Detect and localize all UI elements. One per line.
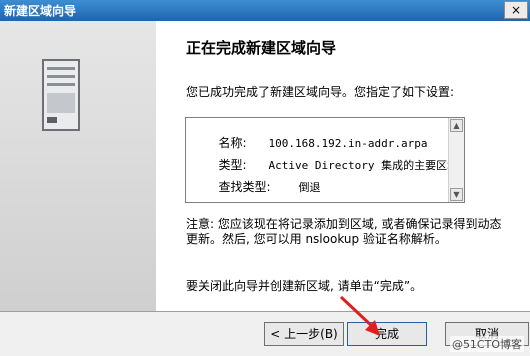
wizard-content: 正在完成新建区域向导 您已成功完成了新建区域向导。您指定了如下设置: 名称: 10… [156, 21, 530, 311]
page-title: 正在完成新建区域向导 [186, 39, 337, 57]
summary-row-name: 名称: 100.168.192.in-addr.arpa [188, 120, 428, 150]
summary-row-lookup: 查找类型: 倒退 [188, 164, 321, 194]
scroll-up-icon[interactable]: ▲ [450, 119, 463, 132]
back-button[interactable]: < 上一步(B) [264, 322, 344, 346]
summary-label: 查找类型: [218, 180, 271, 194]
summary-scrollbar[interactable]: ▲ ▼ [448, 118, 464, 202]
intro-text: 您已成功完成了新建区域向导。您指定了如下设置: [186, 85, 455, 99]
settings-summary-box[interactable]: 名称: 100.168.192.in-addr.arpa 类型: Active Di… [185, 117, 465, 203]
summary-value: 倒退 [298, 181, 321, 194]
summary-row-type: 类型: Active Directory 集成的主要区域 [188, 142, 459, 172]
title-bar[interactable]: 新建区域向导 × [0, 0, 530, 21]
server-icon [42, 59, 80, 131]
window-title: 新建区域向导 [4, 4, 77, 18]
annotation-arrow-icon [339, 295, 380, 336]
wizard-window: 新建区域向导 × 正在完成新建区域向导 您已成功完成了新建区域向导。您指定了如下… [0, 0, 530, 356]
wizard-side-panel [0, 21, 156, 311]
watermark: @51CTO博客 [449, 336, 524, 352]
note-text: 注意: 您应该现在将记录添加到区域, 或者确保记录得到动态更新。然后, 您可以用… [186, 217, 502, 246]
close-button[interactable]: × [504, 1, 528, 19]
scroll-down-icon[interactable]: ▼ [450, 188, 463, 201]
